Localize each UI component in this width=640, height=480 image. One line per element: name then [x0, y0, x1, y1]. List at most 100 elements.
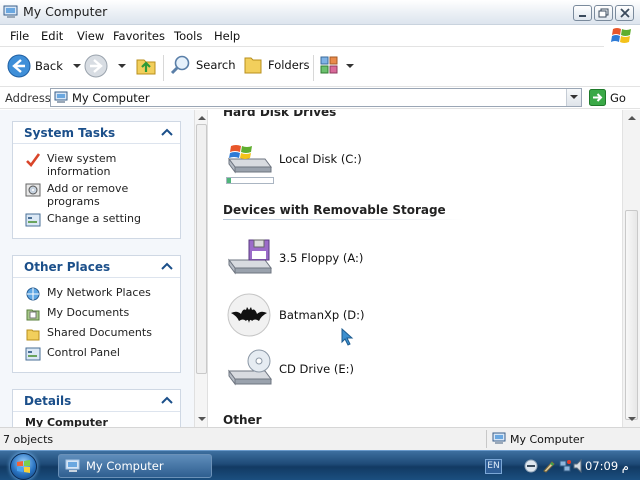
views-icon: [320, 56, 338, 74]
cd-box-icon: [25, 183, 41, 197]
taskbar-item-label: My Computer: [86, 459, 164, 473]
drive-floppy-a[interactable]: 3.5 Floppy (A:): [225, 238, 363, 278]
chevron-down-icon[interactable]: [72, 61, 82, 71]
tray-network-icon[interactable]: [558, 459, 572, 473]
place-control-panel[interactable]: Control Panel: [25, 346, 167, 362]
maximize-button[interactable]: [594, 5, 613, 21]
place-shared-documents[interactable]: Shared Documents: [25, 326, 167, 342]
close-button[interactable]: [615, 5, 634, 21]
other-places-title: Other Places: [24, 260, 111, 274]
scroll-down-icon[interactable]: [196, 414, 208, 424]
start-button[interactable]: [10, 453, 37, 480]
address-value: My Computer: [72, 91, 150, 105]
address-input[interactable]: My Computer: [50, 88, 582, 107]
content-scroll-thumb[interactable]: [625, 210, 638, 420]
task-change-setting[interactable]: Change a setting: [25, 212, 167, 228]
status-location: My Computer: [510, 432, 585, 446]
minimize-icon: [579, 15, 586, 17]
scroll-up-icon[interactable]: [625, 113, 639, 123]
up-folder-button[interactable]: [134, 54, 158, 78]
tray-volume-icon[interactable]: [573, 459, 585, 473]
details-header[interactable]: Details: [13, 390, 180, 412]
menu-favorites[interactable]: Favorites: [113, 29, 165, 43]
system-tasks-panel: System Tasks View system information Add…: [12, 121, 181, 239]
taskbar: My Computer EN 07:09 م: [0, 450, 640, 480]
go-button[interactable]: Go: [589, 89, 626, 106]
group-other: Other: [223, 413, 262, 427]
windows-logo-icon: [17, 460, 30, 473]
place-my-documents[interactable]: My Documents: [25, 306, 167, 322]
drive-local-disk-c[interactable]: Local Disk (C:): [225, 141, 362, 177]
place-label: My Documents: [47, 306, 130, 319]
details-panel: Details My Computer: [12, 389, 181, 427]
system-tasks-title: System Tasks: [24, 126, 116, 140]
menu-help[interactable]: Help: [214, 29, 240, 43]
search-label: Search: [196, 58, 236, 72]
network-globe-icon: [26, 287, 40, 301]
status-object-count: 7 objects: [3, 433, 54, 446]
folders-button[interactable]: Folders: [242, 54, 310, 76]
details-title: Details: [24, 394, 72, 408]
disk-usage-fill: [227, 178, 231, 183]
chevron-down-icon[interactable]: [117, 61, 127, 71]
tray-pen-icon[interactable]: [542, 459, 556, 473]
mouse-cursor-icon: [341, 328, 354, 346]
search-button[interactable]: Search: [170, 54, 236, 76]
scroll-down-icon[interactable]: [625, 414, 639, 424]
details-name: My Computer: [25, 416, 108, 427]
scroll-up-icon[interactable]: [196, 113, 208, 123]
drive-label: BatmanXp (D:): [279, 308, 365, 322]
my-computer-icon: [54, 91, 68, 103]
clock: 07:09 م: [585, 459, 629, 473]
collapse-chevron-icon[interactable]: [161, 261, 173, 271]
tray-minus-icon[interactable]: [524, 459, 538, 473]
toolbar: Back Search Folders: [0, 47, 640, 87]
cd-drive-icon: [228, 349, 272, 386]
menu-file[interactable]: File: [10, 29, 29, 43]
system-tasks-header[interactable]: System Tasks: [13, 122, 180, 144]
go-label: Go: [610, 90, 626, 105]
task-view-system-information[interactable]: View system information: [25, 152, 167, 178]
place-my-network-places[interactable]: My Network Places: [25, 286, 167, 302]
address-dropdown-button[interactable]: [566, 89, 581, 106]
title-bar: My Computer: [0, 0, 640, 25]
forward-arrow-icon: [84, 54, 108, 78]
drive-label: CD Drive (E:): [279, 362, 354, 376]
taskbar-item-my-computer[interactable]: My Computer: [58, 454, 212, 478]
restore-icon: [598, 8, 609, 18]
drive-label: Local Disk (C:): [279, 152, 362, 166]
place-label: Shared Documents: [47, 326, 152, 339]
control-panel-icon: [25, 213, 41, 227]
minimize-button[interactable]: [573, 5, 592, 21]
system-tray: EN 07:09 م: [482, 454, 640, 478]
search-icon: [170, 55, 190, 75]
forward-button[interactable]: [84, 54, 127, 78]
task-pane-scroll-thumb[interactable]: [196, 124, 207, 374]
content-scrollbar[interactable]: [622, 110, 640, 427]
floppy-drive-icon: [228, 239, 272, 275]
documents-folder-icon: [26, 309, 40, 321]
place-label: Control Panel: [47, 346, 120, 359]
folders-label: Folders: [268, 58, 310, 72]
views-button[interactable]: [320, 55, 354, 77]
menu-view[interactable]: View: [77, 29, 104, 43]
task-add-remove-programs[interactable]: Add or remove programs: [25, 182, 167, 208]
close-icon: [620, 8, 630, 18]
chevron-down-icon[interactable]: [346, 61, 354, 71]
collapse-chevron-icon[interactable]: [161, 395, 173, 405]
menu-edit[interactable]: Edit: [41, 29, 63, 43]
drive-cd-e[interactable]: CD Drive (E:): [225, 349, 354, 389]
hard-disk-icon: [228, 145, 272, 174]
menu-bar: File Edit View Favorites Tools Help: [0, 25, 640, 47]
my-computer-icon: [3, 5, 18, 18]
task-pane-scrollbar[interactable]: [194, 110, 208, 427]
collapse-chevron-icon[interactable]: [161, 127, 173, 137]
chevron-down-icon: [570, 95, 578, 99]
language-indicator[interactable]: EN: [485, 459, 502, 474]
control-panel-icon: [25, 347, 41, 361]
other-places-header[interactable]: Other Places: [13, 256, 180, 278]
back-button[interactable]: Back: [7, 54, 82, 78]
menu-tools[interactable]: Tools: [174, 29, 202, 43]
address-label: Address: [5, 91, 51, 105]
status-bar: 7 objects My Computer: [0, 427, 640, 450]
